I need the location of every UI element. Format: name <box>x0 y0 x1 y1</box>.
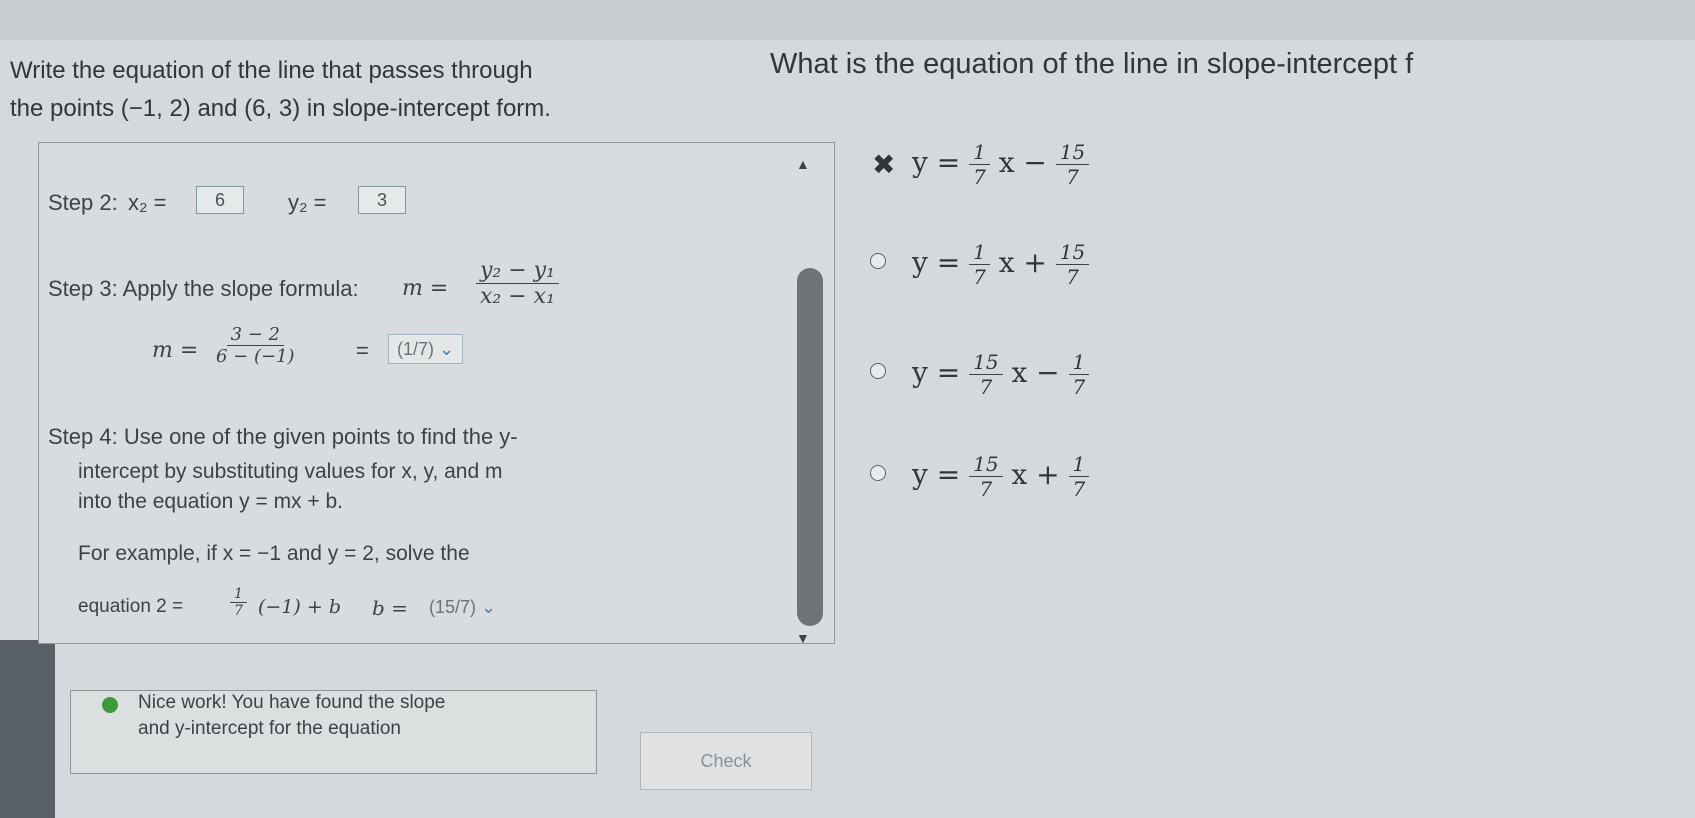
step-4-fraction-numerator: 1 <box>230 586 247 603</box>
slope-dropdown[interactable]: (1/7) ⌄ <box>388 334 464 364</box>
step-4-fraction-denominator: 7 <box>234 603 243 619</box>
prompt-line-2-suffix: in slope-intercept form. <box>306 95 551 122</box>
option-4-radio[interactable] <box>870 465 886 481</box>
step-4-line-5a: equation 2 = <box>78 596 184 617</box>
option-2-b-num: 15 <box>1055 240 1090 265</box>
option-1-a-num: 1 <box>969 140 990 165</box>
question-title: What is the equation of the line in slop… <box>770 48 1414 80</box>
prompt-line-2-prefix: the points <box>10 95 115 122</box>
chevron-down-icon: ⌄ <box>439 339 455 359</box>
option-3-mid: x − <box>1011 356 1060 389</box>
slope-formula-numerator: y₂ − y₁ <box>476 258 559 284</box>
option-1-b-den: 7 <box>1066 165 1079 189</box>
screen: Write the equation of the line that pass… <box>0 0 1695 818</box>
option-2-prefix: y = <box>912 246 961 279</box>
point-1: (−1, 2) <box>120 95 191 122</box>
check-circle-icon <box>102 697 118 713</box>
option-3-a-num: 15 <box>969 350 1003 375</box>
chevron-down-icon: ⌄ <box>481 597 497 617</box>
x2-input[interactable]: 6 <box>196 186 244 214</box>
option-3-b-num: 1 <box>1068 350 1090 375</box>
prompt-line-2: the points (−1, 2) and (6, 3) in slope-i… <box>10 90 700 128</box>
top-band <box>0 0 1695 40</box>
option-4-a-num: 15 <box>969 452 1003 477</box>
steps-panel <box>38 142 835 644</box>
option-1[interactable]: y = 17 x − 15 7 <box>912 140 1090 189</box>
b-label: b = <box>372 596 408 620</box>
slope-dropdown-value: (1/7) <box>397 339 435 359</box>
step-4-line-2: intercept by substituting values for x, … <box>78 460 503 483</box>
left-edge <box>0 640 55 818</box>
step-4-line-4: For example, if x = −1 and y = 2, solve … <box>78 542 470 565</box>
option-2-radio[interactable] <box>870 253 886 269</box>
option-1-prefix: y = <box>912 146 961 179</box>
option-1-mid: x − <box>998 146 1047 179</box>
option-4-b-num: 1 <box>1068 452 1090 477</box>
feedback-line-1: Nice work! You have found the slope <box>138 692 446 713</box>
step-2-label: Step 2: <box>48 190 118 215</box>
option-4[interactable]: y = 15 7 x + 17 <box>912 452 1090 501</box>
y2-input[interactable]: 3 <box>358 186 406 214</box>
slope-m-label: m = <box>402 276 449 301</box>
x2-label: x₂ = <box>128 190 167 215</box>
option-3[interactable]: y = 15 7 x − 17 <box>912 350 1090 399</box>
problem-prompt: Write the equation of the line that pass… <box>10 52 700 128</box>
b-dropdown[interactable]: (15/7) ⌄ <box>420 592 505 622</box>
option-3-a-den: 7 <box>979 375 993 399</box>
wrong-mark-icon: ✖ <box>872 148 896 181</box>
slope-m-calc-label: m = <box>152 338 199 363</box>
slope-calc-numerator: 3 − 2 <box>226 324 284 346</box>
option-2-a-den: 7 <box>973 265 986 289</box>
prompt-and: and <box>197 95 238 122</box>
feedback-text: Nice work! You have found the slope and … <box>138 690 445 742</box>
slope-calc-fraction: 3 − 2 6 − (−1) <box>212 324 299 367</box>
step-4-fraction: 1 7 <box>230 586 247 619</box>
step-4-line-3: into the equation y = mx + b. <box>78 490 344 513</box>
scrollbar-thumb[interactable] <box>797 268 823 626</box>
step-3-text: Step 3: Apply the slope formula: <box>48 276 359 301</box>
slope-formula-denominator: x₂ − x₁ <box>480 284 555 309</box>
option-1-b-num: 15 <box>1055 140 1090 165</box>
b-dropdown-value: (15/7) <box>429 597 477 617</box>
feedback-line-2: and y-intercept for the equation <box>138 718 402 739</box>
option-2-mid: x + <box>998 246 1047 279</box>
prompt-line-1: Write the equation of the line that pass… <box>10 57 533 84</box>
option-4-a-den: 7 <box>979 477 993 501</box>
slope-calc-denominator: 6 − (−1) <box>216 346 295 367</box>
slope-formula-fraction: y₂ − y₁ x₂ − x₁ <box>476 258 559 309</box>
y2-label: y₂ = <box>288 190 327 215</box>
option-3-radio[interactable] <box>870 363 886 379</box>
point-2: (6, 3) <box>244 95 301 122</box>
scroll-down-icon[interactable]: ▼ <box>796 630 810 646</box>
option-2[interactable]: y = 17 x + 15 7 <box>912 240 1090 289</box>
option-4-mid: x + <box>1011 458 1060 491</box>
step-4-line-1: Step 4: Use one of the given points to f… <box>48 424 518 449</box>
scroll-up-icon[interactable]: ▲ <box>796 156 810 172</box>
option-1-a-den: 7 <box>973 165 986 189</box>
option-2-b-den: 7 <box>1066 265 1079 289</box>
option-3-prefix: y = <box>912 356 961 389</box>
step-4-line-5b: (−1) + b <box>258 596 341 618</box>
check-button[interactable]: Check <box>640 732 812 790</box>
option-3-b-den: 7 <box>1072 375 1086 399</box>
option-4-prefix: y = <box>912 458 961 491</box>
option-2-a-num: 1 <box>969 240 990 265</box>
slope-equals: = <box>356 338 369 363</box>
option-4-b-den: 7 <box>1072 477 1086 501</box>
